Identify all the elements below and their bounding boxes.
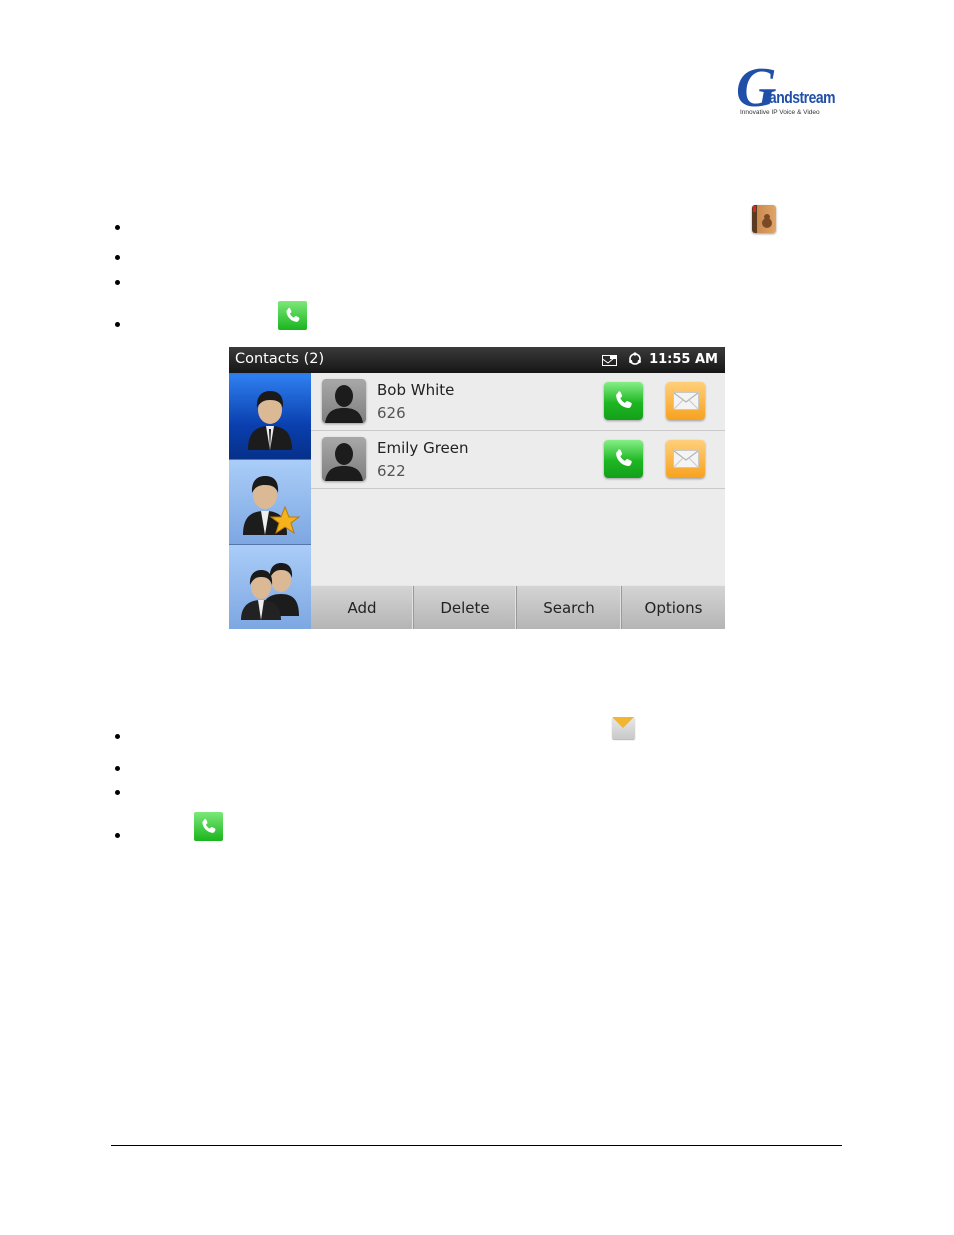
bullet bbox=[115, 790, 120, 795]
avatar bbox=[322, 379, 366, 423]
phone-icon bbox=[615, 391, 632, 409]
bullet bbox=[115, 322, 120, 327]
bottom-toolbar: Add Delete Search Options bbox=[311, 585, 725, 629]
contact-name: Emily Green bbox=[377, 439, 469, 457]
contact-icon bbox=[248, 391, 292, 450]
delete-button[interactable]: Delete bbox=[414, 586, 517, 629]
status-bar: Contacts (2) 11:55 AM bbox=[229, 347, 725, 373]
call-icon bbox=[194, 812, 223, 841]
search-button[interactable]: Search bbox=[517, 586, 622, 629]
mail-notification-icon bbox=[602, 353, 617, 366]
message-icon bbox=[612, 717, 635, 739]
screen-title: Contacts (2) bbox=[235, 351, 325, 367]
contact-row[interactable]: Emily Green 622 bbox=[311, 431, 725, 489]
clock: 11:55 AM bbox=[649, 352, 718, 367]
contact-name: Bob White bbox=[377, 381, 455, 399]
contact-number: 622 bbox=[377, 462, 406, 480]
tab-favorites[interactable] bbox=[229, 460, 311, 545]
sync-icon bbox=[628, 352, 642, 366]
bullet bbox=[115, 734, 120, 739]
call-button[interactable] bbox=[604, 382, 643, 420]
call-icon bbox=[278, 301, 307, 330]
envelope-icon bbox=[672, 450, 699, 468]
bullet bbox=[115, 280, 120, 285]
contacts-screen: Contacts (2) 11:55 AM Bob White 626 Emil… bbox=[229, 347, 725, 629]
options-button[interactable]: Options bbox=[622, 586, 725, 629]
bullet bbox=[115, 225, 120, 230]
bullet bbox=[115, 255, 120, 260]
avatar bbox=[322, 437, 366, 481]
add-button[interactable]: Add bbox=[311, 586, 414, 629]
group-icon bbox=[241, 563, 299, 620]
contact-row[interactable]: Bob White 626 bbox=[311, 373, 725, 431]
tab-all-contacts[interactable] bbox=[229, 375, 311, 460]
contact-list: Bob White 626 Emily Green 622 bbox=[311, 373, 725, 585]
side-tabs bbox=[229, 375, 311, 629]
logo-tagline: Innovative IP Voice & Video bbox=[740, 109, 820, 116]
default-avatar-icon bbox=[325, 443, 363, 481]
bullet bbox=[115, 833, 120, 838]
phonebook-icon bbox=[752, 205, 776, 233]
bullet bbox=[115, 766, 120, 771]
message-button[interactable] bbox=[666, 440, 705, 478]
grandstream-logo: G randstream Innovative IP Voice & Video bbox=[736, 60, 838, 120]
call-button[interactable] bbox=[604, 440, 643, 478]
phone-icon bbox=[615, 449, 632, 467]
contact-star-icon bbox=[243, 476, 301, 535]
default-avatar-icon bbox=[325, 385, 363, 423]
tab-groups[interactable] bbox=[229, 545, 311, 629]
logo-word: randstream bbox=[764, 88, 836, 107]
message-button[interactable] bbox=[666, 382, 705, 420]
contact-number: 626 bbox=[377, 404, 406, 422]
envelope-icon bbox=[672, 392, 699, 410]
footer-divider bbox=[111, 1145, 842, 1146]
